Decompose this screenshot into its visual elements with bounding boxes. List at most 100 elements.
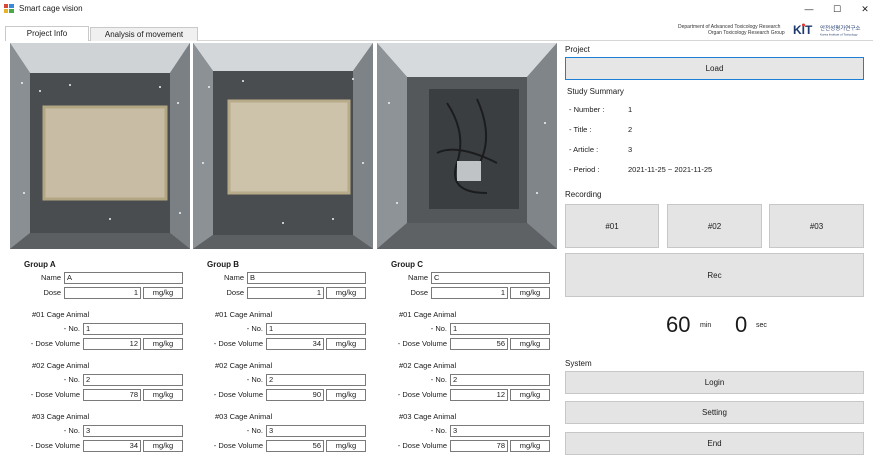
group-a-panel: Group A Name A Dose 1 mg/kg #01 Cage Ani… [10, 257, 190, 457]
timer-seconds: 0 [735, 312, 748, 337]
end-button[interactable]: End [565, 432, 864, 455]
group-name-input[interactable]: C [431, 272, 550, 284]
cage-title: #01 Cage Animal [215, 310, 273, 319]
timer-min-unit: min [700, 322, 712, 329]
group-dose-input[interactable]: 1 [64, 287, 141, 299]
login-button[interactable]: Login [565, 371, 864, 394]
dose-volume-input[interactable]: 34 [83, 440, 141, 452]
summary-article-label: - Article : [569, 145, 599, 154]
kit-logo: KIT 안전성평가연구소 Korea Institute of Toxicolo… [793, 23, 860, 37]
summary-title-value: 2 [628, 125, 633, 134]
camera-view-3 [377, 43, 557, 249]
cage-no-input[interactable]: 2 [83, 374, 183, 386]
tab-analysis-of-movement[interactable]: Analysis of movement [90, 27, 198, 41]
maximize-button[interactable]: ☐ [823, 0, 851, 18]
cage-title: #03 Cage Animal [399, 412, 457, 421]
dose-volume-input[interactable]: 56 [450, 338, 508, 350]
group-name-input[interactable]: A [64, 272, 183, 284]
dose-label: Dose [410, 288, 428, 297]
tab-project-info[interactable]: Project Info [5, 26, 89, 41]
dose-volume-input[interactable]: 12 [450, 389, 508, 401]
dose-volume-unit: mg/kg [510, 389, 550, 401]
name-label: Name [407, 273, 428, 282]
setting-button[interactable]: Setting [565, 401, 864, 424]
dose-volume-label: - Dose Volume [397, 390, 447, 399]
dose-volume-unit: mg/kg [326, 389, 366, 401]
timer-sec-unit: sec [756, 322, 767, 329]
cage-title: #01 Cage Animal [399, 310, 457, 319]
cage-no-input[interactable]: 1 [450, 323, 550, 335]
name-label: Name [223, 273, 244, 282]
org-group: Organ Toxicology Research Group [708, 30, 785, 36]
group-title: Group A [24, 260, 56, 269]
summary-period-label: - Period : [569, 165, 600, 174]
cage-no-input[interactable]: 1 [266, 323, 366, 335]
group-dose-input[interactable]: 1 [431, 287, 508, 299]
cage-title: #02 Cage Animal [32, 361, 90, 370]
cage-title: #02 Cage Animal [215, 361, 273, 370]
cage-no-input[interactable]: 2 [450, 374, 550, 386]
dose-volume-unit: mg/kg [143, 389, 183, 401]
dose-volume-input[interactable]: 90 [266, 389, 324, 401]
dose-volume-input[interactable]: 78 [83, 389, 141, 401]
group-c-panel: Group C Name C Dose 1 mg/kg #01 Cage Ani… [377, 257, 557, 457]
dose-volume-unit: mg/kg [510, 338, 550, 350]
cage-title: #02 Cage Animal [399, 361, 457, 370]
camera-02-button[interactable]: #02 [667, 204, 762, 248]
group-dose-input[interactable]: 1 [247, 287, 324, 299]
cage-no-input[interactable]: 3 [83, 425, 183, 437]
cage-no-input[interactable]: 2 [266, 374, 366, 386]
cage-no-input[interactable]: 1 [83, 323, 183, 335]
cage-title: #03 Cage Animal [215, 412, 273, 421]
dose-unit: mg/kg [143, 287, 183, 299]
minimize-button[interactable]: — [795, 0, 823, 18]
group-title: Group C [391, 260, 423, 269]
group-name-input[interactable]: B [247, 272, 366, 284]
dose-volume-unit: mg/kg [143, 440, 183, 452]
cage-no-input[interactable]: 3 [450, 425, 550, 437]
dose-volume-input[interactable]: 34 [266, 338, 324, 350]
cage-no-label: - No. [430, 324, 447, 333]
summary-number-value: 1 [628, 105, 633, 114]
summary-period-value: 2021-11-25 ~ 2021-11-25 [628, 165, 713, 174]
camera-view-2 [193, 43, 373, 249]
dose-volume-unit: mg/kg [326, 440, 366, 452]
camera-03-button[interactable]: #03 [769, 204, 864, 248]
dose-unit: mg/kg [510, 287, 550, 299]
dose-label: Dose [226, 288, 244, 297]
dose-volume-label: - Dose Volume [30, 339, 80, 348]
cage-title: #03 Cage Animal [32, 412, 90, 421]
dose-volume-label: - Dose Volume [397, 441, 447, 450]
cage-no-label: - No. [246, 426, 263, 435]
group-title: Group B [207, 260, 239, 269]
timer-minutes: 60 [666, 312, 691, 337]
load-button[interactable]: Load [565, 57, 864, 80]
dose-volume-label: - Dose Volume [30, 441, 80, 450]
cage-no-label: - No. [430, 375, 447, 384]
rec-button[interactable]: Rec [565, 253, 864, 297]
dose-volume-label: - Dose Volume [30, 390, 80, 399]
summary-article-value: 3 [628, 145, 633, 154]
cage-no-label: - No. [63, 324, 80, 333]
dose-volume-unit: mg/kg [326, 338, 366, 350]
title-bar: Smart cage vision — ☐ ✕ [0, 0, 878, 18]
cage-title: #01 Cage Animal [32, 310, 90, 319]
cage-no-label: - No. [430, 426, 447, 435]
cage-no-label: - No. [63, 375, 80, 384]
dose-volume-input[interactable]: 12 [83, 338, 141, 350]
summary-number-label: - Number : [569, 105, 605, 114]
camera-01-button[interactable]: #01 [565, 204, 659, 248]
dose-volume-label: - Dose Volume [213, 339, 263, 348]
dose-volume-label: - Dose Volume [213, 390, 263, 399]
cage-no-input[interactable]: 3 [266, 425, 366, 437]
name-label: Name [40, 273, 61, 282]
dose-volume-input[interactable]: 78 [450, 440, 508, 452]
close-button[interactable]: ✕ [851, 0, 878, 18]
study-summary-label: Study Summary [567, 87, 624, 96]
dose-volume-unit: mg/kg [510, 440, 550, 452]
dose-volume-unit: mg/kg [143, 338, 183, 350]
logo-english: Korea Institute of Toxicology [820, 33, 858, 37]
dose-volume-label: - Dose Volume [397, 339, 447, 348]
dose-unit: mg/kg [326, 287, 366, 299]
dose-volume-input[interactable]: 56 [266, 440, 324, 452]
